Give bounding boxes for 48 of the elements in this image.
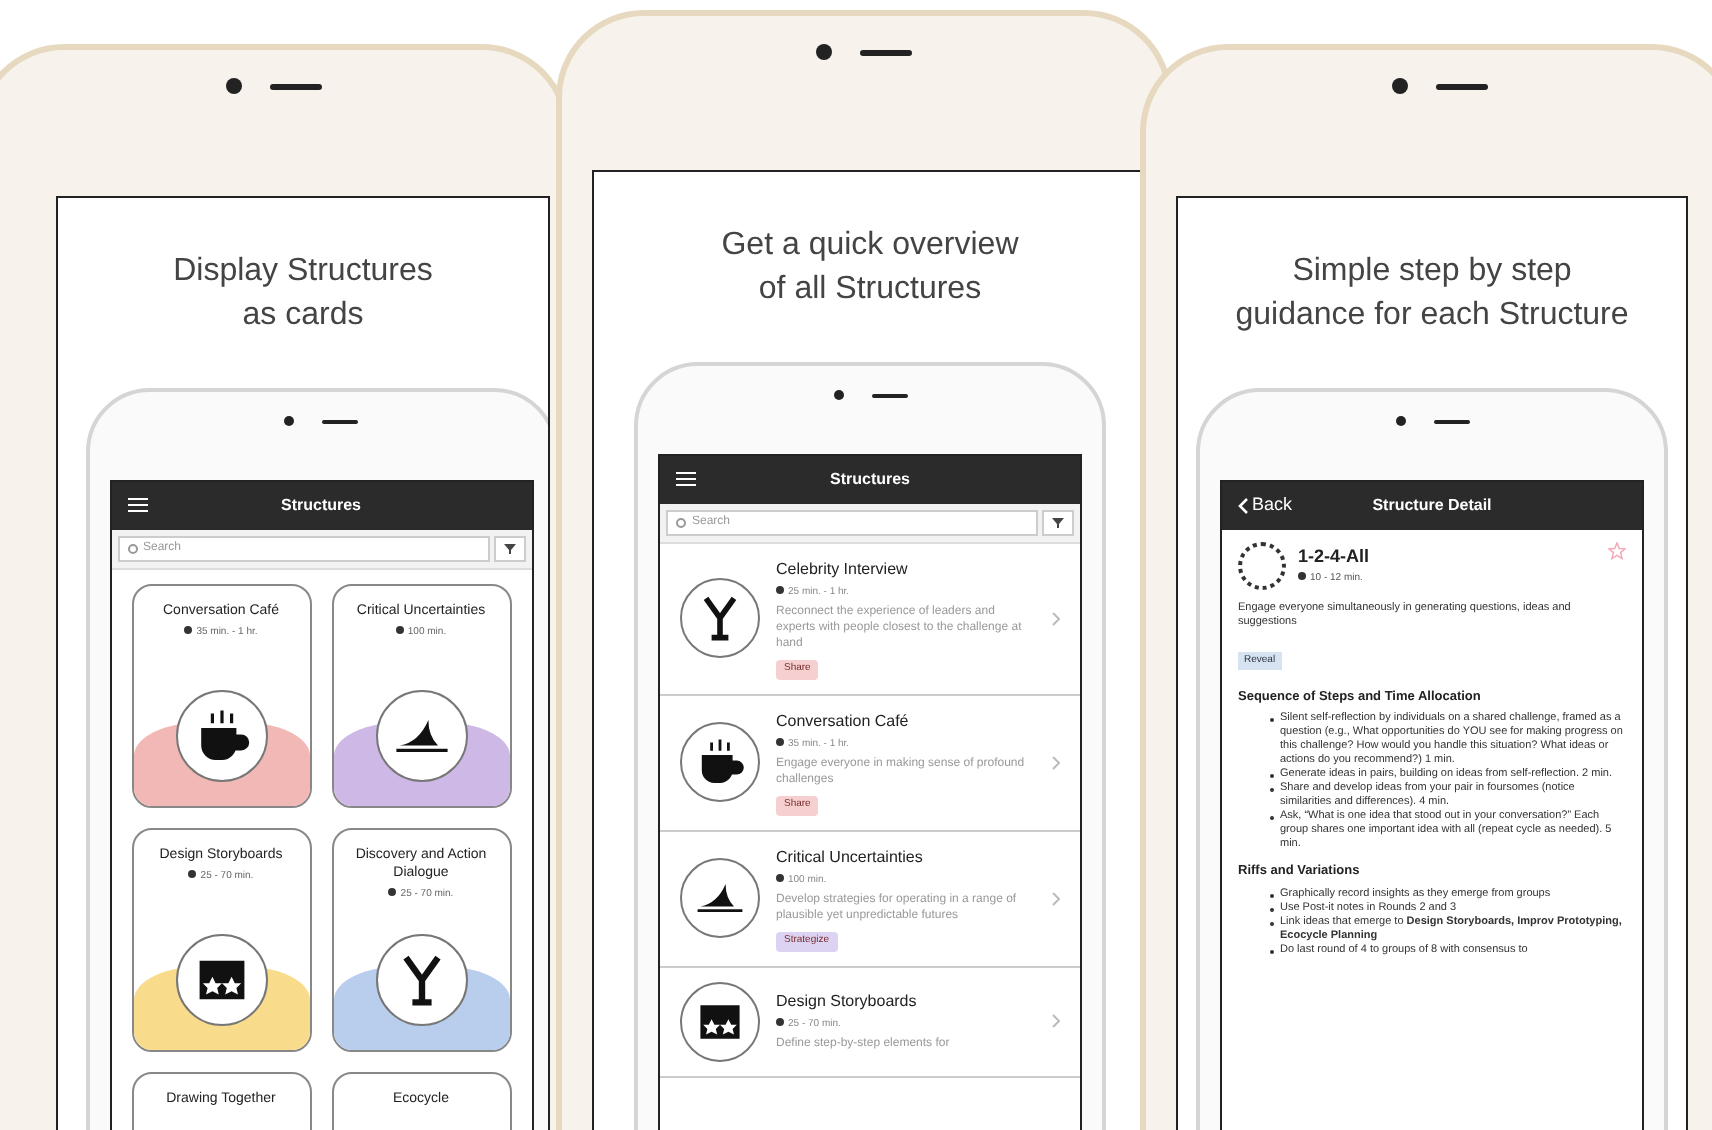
search-icon: [127, 543, 137, 554]
clock-icon: [776, 1018, 784, 1027]
caption: Display Structures as cards: [173, 252, 433, 336]
camera-icon: [833, 390, 843, 401]
speaker-icon: [1433, 419, 1469, 424]
clock-icon: [388, 888, 397, 897]
camera-icon: [1392, 78, 1408, 94]
clock-icon: [395, 626, 404, 635]
camera-icon: [816, 44, 832, 60]
back-chevron-icon: [1238, 497, 1248, 514]
star-icon[interactable]: [1608, 541, 1626, 560]
clock-icon: [776, 738, 784, 747]
speaker-icon: [1436, 83, 1488, 89]
clock-icon: [184, 626, 193, 635]
clock-icon: [776, 586, 784, 595]
speaker-icon: [269, 83, 321, 89]
row-title: Critical Uncertainties: [776, 845, 923, 870]
app-title: Structures: [830, 467, 910, 492]
camera-icon: [284, 416, 294, 427]
back-button[interactable]: Back: [1238, 491, 1293, 519]
speaker-icon: [322, 419, 358, 424]
search-icon: [676, 517, 686, 528]
filter-icon: [1052, 517, 1064, 528]
chevron-icon: [1052, 891, 1060, 906]
filter-icon: [503, 543, 515, 554]
caption: Simple step by step guidance for each Structure: [1235, 252, 1629, 336]
speaker-icon: [860, 49, 912, 55]
caption: Get a quick overview of all Structures: [721, 226, 1019, 310]
clock-icon: [776, 874, 784, 883]
structure-name: 1-2-4-All: [1298, 544, 1372, 571]
app-title: Structures: [281, 493, 361, 518]
row-title: Celebrity Interview: [776, 557, 908, 582]
menu-icon[interactable]: [127, 498, 147, 513]
filter-button[interactable]: [493, 535, 525, 562]
camera-icon: [225, 78, 241, 94]
row-title: Design Storyboards: [776, 989, 917, 1014]
chevron-icon: [1052, 1014, 1060, 1029]
chevron-icon: [1052, 755, 1060, 770]
menu-icon[interactable]: [676, 472, 696, 487]
row-title: Conversation Café: [776, 709, 909, 734]
clock-icon: [188, 870, 197, 879]
dots-icon: [1238, 541, 1286, 590]
app-title: Structure Detail: [1372, 493, 1492, 518]
filter-button[interactable]: [1042, 509, 1074, 536]
speaker-icon: [871, 393, 907, 398]
clock-icon: [1298, 572, 1306, 581]
camera-icon: [1395, 416, 1405, 427]
chevron-icon: [1052, 611, 1060, 626]
